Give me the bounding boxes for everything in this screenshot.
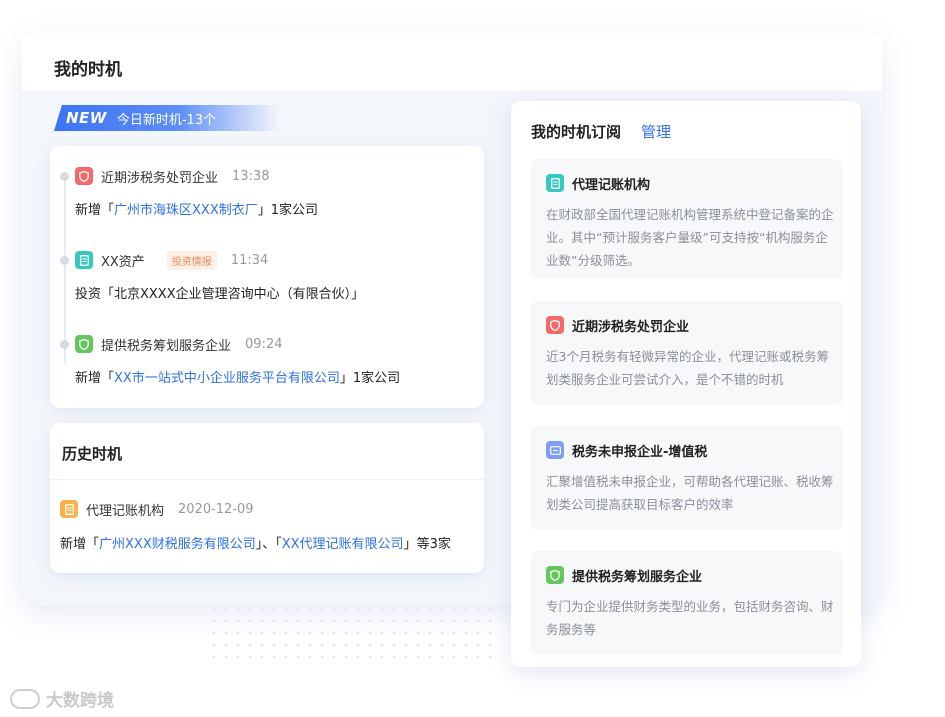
timeline-item-name: 提供税务筹划服务企业	[101, 338, 232, 354]
new-tag: NEW	[66, 109, 107, 127]
subscription-desc: 在财政部全国代理记账机构管理系统中登记备案的企业。其中“预计服务客户量级”可支持…	[546, 207, 834, 268]
detail-prefix: 新增「	[75, 203, 115, 218]
divider	[50, 479, 484, 480]
timeline-dot	[60, 172, 69, 181]
timeline-dot	[60, 256, 69, 265]
receipt-icon	[60, 500, 78, 518]
history-item-name: 代理记账机构	[86, 503, 165, 519]
new-count-label: 今日新时机-13个	[116, 112, 217, 128]
history-item-detail: 新增「广州XXX财税服务有限公司」、「XX代理记账有限公司」等3家	[60, 533, 451, 552]
subscription-desc: 汇聚增值税未申报企业，可帮助各代理记账、税收筹划类公司提高获取目标客户的效率	[546, 474, 834, 512]
detail-prefix: 新增「	[75, 371, 115, 386]
history-opportunities-card: 历史时机 代理记账机构 2020-12-09 新增「广州XXX财税服务有限公司」…	[50, 423, 484, 573]
subscription-card[interactable]: 税务未申报企业-增值税 汇聚增值税未申报企业，可帮助各代理记账、税收筹划类公司提…	[531, 426, 843, 530]
manage-link[interactable]: 管理	[641, 121, 671, 142]
shield-icon	[546, 316, 564, 334]
detail-suffix: 」1家公司	[257, 203, 319, 218]
timeline-item-detail: 投资「北京XXXX企业管理咨询中心（有限合伙）」	[75, 283, 364, 302]
subscription-desc: 近3个月税务有轻微异常的企业，代理记账或税务筹划类服务企业可尝试介入，是个不错的…	[546, 349, 829, 387]
subscription-panel: 我的时机订阅 管理 代理记账机构 在财政部全国代理记账机构管理系统中登记备案的企…	[511, 101, 861, 667]
timeline-item-time: 13:38	[232, 168, 270, 184]
shield-icon	[546, 566, 564, 584]
tax-icon	[546, 441, 564, 459]
detail-prefix: 投资「北京XXXX企业管理咨询中心（有限合伙）」	[75, 287, 365, 302]
subscription-name: 近期涉税务处罚企业	[572, 319, 690, 335]
subscription-card[interactable]: 代理记账机构 在财政部全国代理记账机构管理系统中登记备案的企业。其中“预计服务客…	[531, 159, 843, 279]
detail-suffix: 」等3家	[403, 537, 451, 552]
shield-icon	[75, 167, 93, 185]
company-link[interactable]: XX代理记账有限公司	[282, 537, 404, 552]
company-link[interactable]: 广州XXX财税服务有限公司	[99, 537, 256, 552]
timeline-item-time: 09:24	[245, 336, 283, 352]
timeline-item-name: 近期涉税务处罚企业	[101, 170, 219, 186]
card-header: 我的时机	[22, 33, 882, 91]
subscription-card[interactable]: 提供税务筹划服务企业 专门为企业提供财务类型的业务，包括财务咨询、财务服务等	[531, 551, 843, 655]
watermark-logo-icon	[10, 688, 40, 709]
watermark-text: 大数跨境	[46, 691, 114, 711]
company-link[interactable]: 广州市海珠区XXX制衣厂	[114, 203, 258, 218]
history-title: 历史时机	[62, 445, 123, 463]
detail-suffix: 」1家公司	[339, 371, 401, 386]
company-link[interactable]: XX市一站式中小企业服务平台有限公司	[114, 371, 340, 386]
detail-prefix: 新增「	[60, 537, 100, 552]
page-title: 我的时机	[54, 60, 122, 80]
detail-separator: 」、「	[255, 537, 282, 552]
subscription-name: 代理记账机构	[572, 177, 651, 193]
document-icon	[546, 174, 564, 192]
document-icon	[75, 251, 93, 269]
today-opportunities-card: 近期涉税务处罚企业 13:38 新增「广州市海珠区XXX制衣厂」1家公司 XX资…	[50, 146, 484, 408]
subscription-name: 税务未申报企业-增值税	[572, 444, 708, 460]
decorative-dots	[208, 603, 498, 663]
new-opportunities-banner: NEW 今日新时机-13个	[54, 105, 279, 131]
subscription-name: 提供税务筹划服务企业	[572, 569, 703, 585]
timeline-item-detail: 新增「广州市海珠区XXX制衣厂」1家公司	[75, 199, 318, 218]
timeline-line	[64, 174, 66, 364]
history-item[interactable]: 代理记账机构 2020-12-09	[60, 499, 254, 519]
history-item-date: 2020-12-09	[178, 501, 254, 517]
subscription-card[interactable]: 近期涉税务处罚企业 近3个月税务有轻微异常的企业，代理记账或税务筹划类服务企业可…	[531, 301, 843, 405]
subscription-desc: 专门为企业提供财务类型的业务，包括财务咨询、财务服务等	[546, 599, 834, 637]
subscription-title: 我的时机订阅	[531, 123, 622, 141]
timeline-item-detail: 新增「XX市一站式中小企业服务平台有限公司」1家公司	[75, 367, 400, 386]
investment-badge: 投资情报	[166, 250, 217, 270]
timeline-item-time: 11:34	[230, 252, 269, 268]
watermark: 大数跨境	[10, 686, 114, 711]
timeline-dot	[60, 340, 69, 349]
shield-icon	[75, 335, 93, 353]
timeline-item-name: XX资产	[101, 254, 145, 270]
